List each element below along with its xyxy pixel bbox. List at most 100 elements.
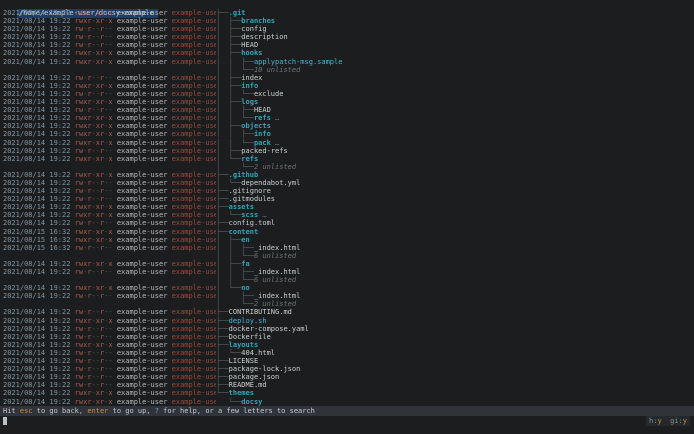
entry-tree-cell: │ ├──index (216, 74, 262, 82)
tree-branch-lines: ├── (216, 9, 229, 17)
entry-tree-cell: │ │ ├──_index.html (216, 268, 300, 276)
tree-row[interactable]: 2021/08/14 19:22 rwxr-xr-x example-user … (0, 49, 694, 57)
tree-row[interactable]: 2021/08/14 19:22 rwxr-xr-x example-user … (0, 389, 694, 397)
tree-row[interactable]: 2021/08/15 16:32 rwxr-xr-x example-user … (0, 236, 694, 244)
entry-date: 2021/08/14 19:22 (3, 284, 75, 293)
tree-row[interactable]: 2021/08/14 19:22 rw-r--r-- example-user … (0, 74, 694, 82)
tree-row[interactable]: 2021/08/14 19:22 rw-r--r-- example-user … (0, 373, 694, 381)
tree-row[interactable]: │ └──2 unlisted (0, 300, 694, 308)
tree-row[interactable]: 2021/08/14 19:22 rwxr-xr-x example-user … (0, 341, 694, 349)
tree-row[interactable]: 2021/08/14 19:22 rw-r--r-- example-user … (0, 292, 694, 300)
tree-row[interactable]: 2021/08/14 19:22 rw-r--r-- example-user … (0, 333, 694, 341)
tree-row[interactable]: 2021/08/14 19:22 rw-r--r-- example-user … (0, 268, 694, 276)
entry-date: 2021/08/14 19:22 (3, 81, 75, 90)
tree-row[interactable]: 2021/08/14 19:22 rwxr-xr-x example-user … (0, 98, 694, 106)
entry-owner: example-user (112, 178, 172, 187)
tree-row[interactable]: 2021/08/14 19:22 rw-r--r-- example-user … (0, 33, 694, 41)
tree-row[interactable]: 2021/08/14 19:22 rwxr-xr-x example-user … (0, 58, 694, 66)
entry-group: example-user (171, 381, 216, 390)
entry-name: en (241, 235, 250, 244)
tree-row[interactable]: 2021/08/14 19:22 rwxr-xr-x example-user … (0, 211, 694, 219)
tree-row[interactable]: 2021/08/14 19:22 rw-r--r-- example-user … (0, 106, 694, 114)
tree-branch-lines: └── (216, 389, 229, 398)
entry-name: applypatch-msg.sample (253, 57, 343, 66)
tree-row[interactable]: 2021/08/14 19:22 rwxr-xr-x example-user … (0, 260, 694, 268)
entry-name: _index.html (253, 268, 301, 276)
entry-group: example-user (171, 397, 216, 406)
tree-row[interactable]: 2021/08/14 19:22 rwxr-xr-x example-user … (0, 130, 694, 138)
entry-tree-cell: │ ├──info (216, 82, 258, 90)
tree-row[interactable]: 2021/08/14 19:22 rwxr-xr-x example-user … (0, 284, 694, 292)
tree-row[interactable]: 2021/08/14 19:22 rwxr-xr-x example-user … (0, 398, 694, 406)
entry-meta: 2021/08/14 19:22 rwxr-xr-x example-user … (0, 122, 216, 130)
tree-row[interactable]: 2021/08/14 19:22 rw-r--r-- example-user … (0, 365, 694, 373)
tree-row[interactable]: 2021/08/14 19:22 rw-r--r-- example-user … (0, 381, 694, 389)
entry-perms: rwxr-xr-x (74, 154, 113, 163)
tree-row[interactable]: 2021/08/14 19:22 rw-r--r-- example-user … (0, 90, 694, 98)
entry-name: themes (228, 389, 254, 398)
entry-perms: rwxr-xr-x (74, 397, 113, 406)
entry-group: example-user (171, 33, 216, 42)
entry-owner: example-user (112, 340, 172, 349)
entry-group: example-user (171, 357, 216, 366)
entry-date: 2021/08/14 19:22 (3, 25, 75, 34)
tree-row[interactable]: 2021/08/14 19:22 rwxr-xr-x example-user … (0, 82, 694, 90)
entry-meta: 2021/08/14 19:22 rw-r--r-- example-user … (0, 74, 216, 82)
tree-row[interactable]: 2021/08/14 19:22 rw-r--r-- example-user … (0, 41, 694, 49)
entry-group: example-user (171, 122, 216, 131)
tree-row[interactable]: 2021/08/14 19:22 rwxr-xr-x example-user … (0, 9, 694, 17)
entry-meta: 2021/08/14 19:22 rw-r--r-- example-user … (0, 357, 216, 365)
tree-row[interactable]: 2021/08/14 19:22 rw-r--r-- example-user … (0, 325, 694, 333)
entry-meta: 2021/08/14 19:22 rw-r--r-- example-user … (0, 292, 216, 300)
tree-row[interactable]: 2021/08/14 19:22 rw-r--r-- example-user … (0, 357, 694, 365)
search-input-line[interactable]: h:y gi:y (0, 416, 694, 426)
entry-name: package-lock.json (228, 365, 301, 374)
tree-branch-lines: │ └── (216, 162, 254, 171)
flag-gi-label: gi: (670, 417, 683, 425)
entry-group: example-user (171, 187, 216, 196)
entry-group: example-user (171, 308, 216, 317)
tree-row[interactable]: │ └──2 unlisted (0, 163, 694, 171)
entry-meta: 2021/08/14 19:22 rwxr-xr-x example-user … (0, 155, 216, 163)
tree-row[interactable]: 2021/08/14 19:22 rwxr-xr-x example-user … (0, 203, 694, 211)
entry-group: example-user (171, 235, 216, 244)
entry-perms: rw-r--r-- (74, 381, 113, 390)
entry-owner: example-user (112, 17, 172, 26)
entry-name: .gitmodules (228, 195, 276, 204)
tree-row[interactable]: 2021/08/14 19:22 rw-r--r-- example-user … (0, 219, 694, 227)
tree-row[interactable]: 2021/08/14 19:22 rwxr-xr-x example-user … (0, 317, 694, 325)
entry-owner: example-user (112, 81, 172, 90)
tree-row[interactable]: 2021/08/14 19:22 rwxr-xr-x example-user … (0, 17, 694, 25)
tree-branch-lines: │ ├── (216, 235, 242, 244)
tree-row[interactable]: 2021/08/15 16:32 rw-r--r-- example-user … (0, 244, 694, 252)
tree-row[interactable]: 2021/08/14 19:22 rwxr-xr-x example-user … (0, 155, 694, 163)
tree-row[interactable]: 2021/08/14 19:22 rw-r--r-- example-user … (0, 187, 694, 195)
tree-row[interactable]: 2021/08/14 19:22 rw-r--r-- example-user … (0, 147, 694, 155)
tree-row[interactable]: 2021/08/14 19:22 rwxr-xr-x example-user … (0, 139, 694, 147)
tree-row[interactable]: 2021/08/14 19:22 rwxr-xr-x example-user … (0, 122, 694, 130)
tree-branch-lines: │ │ └── (216, 138, 254, 147)
tree-branch-lines: │ ├── (216, 49, 242, 58)
tree-row[interactable]: 2021/08/14 19:22 rw-r--r-- example-user … (0, 25, 694, 33)
tree-row[interactable]: 2021/08/14 19:22 rw-r--r-- example-user … (0, 179, 694, 187)
entry-date: 2021/08/14 19:22 (3, 324, 75, 333)
entry-tree-cell: │ │ ├──_index.html (216, 244, 300, 252)
tree-branch-lines: │ │ ├── (216, 130, 254, 139)
tree-row[interactable]: 2021/08/14 19:22 rw-r--r-- example-user … (0, 195, 694, 203)
tree-row[interactable]: 2021/08/14 19:22 rw-r--r-- example-user … (0, 349, 694, 357)
entry-meta: 2021/08/14 19:22 rwxr-xr-x example-user … (0, 17, 216, 25)
entry-name: hooks (241, 49, 263, 58)
tree-row[interactable]: │ │ └──10 unlisted (0, 66, 694, 74)
tree-branch-lines: ├── (216, 332, 229, 341)
tree-row[interactable]: 2021/08/14 19:22 rw-r--r-- example-user … (0, 308, 694, 316)
entry-owner: example-user (112, 170, 172, 179)
entry-perms: rwxr-xr-x (74, 284, 113, 293)
entry-group: example-user (171, 365, 216, 374)
tree-row[interactable]: 2021/08/15 16:32 rwxr-xr-x example-user … (0, 228, 694, 236)
entry-name: config (241, 25, 267, 34)
tree-row[interactable]: 2021/08/14 19:22 rwxr-xr-x example-user … (0, 114, 694, 122)
tree-row[interactable]: │ │ └──6 unlisted (0, 276, 694, 284)
tree-branch-lines: │ ├── (216, 146, 242, 155)
tree-row[interactable]: 2021/08/14 19:22 rwxr-xr-x example-user … (0, 171, 694, 179)
tree-row[interactable]: │ │ └──6 unlisted (0, 252, 694, 260)
